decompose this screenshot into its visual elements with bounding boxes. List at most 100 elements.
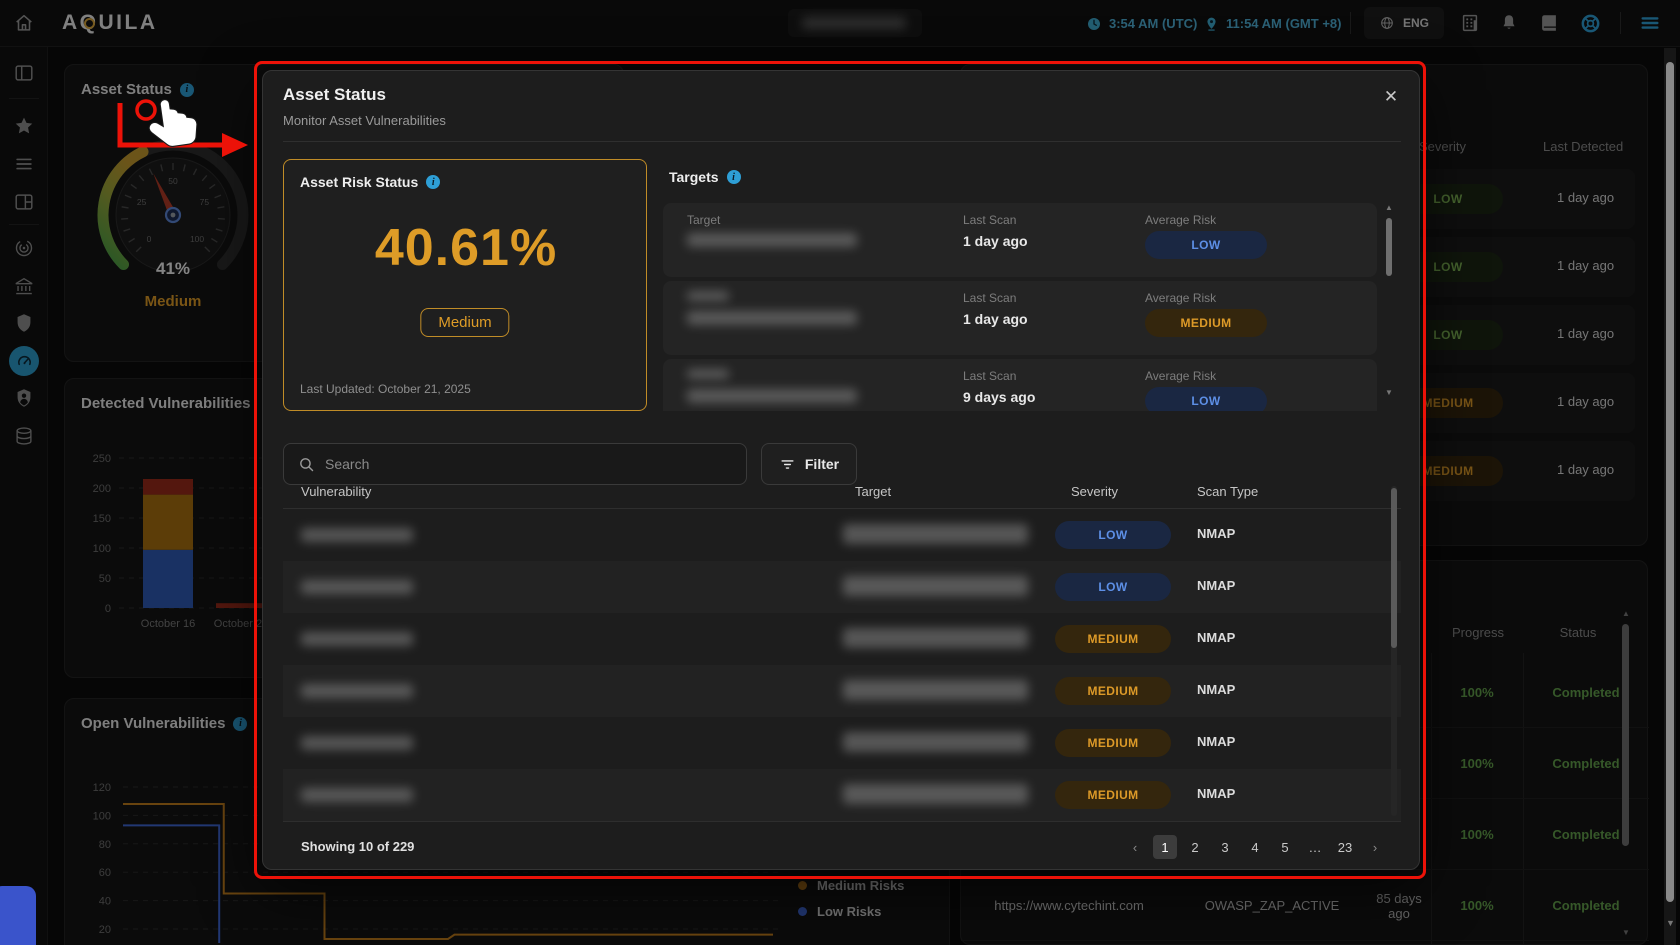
page-scrollbar-thumb[interactable] bbox=[1666, 62, 1674, 902]
blurred-vulnerability-name bbox=[301, 788, 413, 802]
average-risk-label: Average Risk bbox=[1145, 213, 1216, 227]
page-scrollbar[interactable]: ▼ bbox=[1664, 48, 1676, 945]
severity-badge: LOW bbox=[1055, 521, 1171, 549]
bottom-left-blue-widget[interactable] bbox=[0, 886, 36, 945]
prev-page-button[interactable]: ‹ bbox=[1123, 835, 1147, 859]
page-button-2[interactable]: 2 bbox=[1183, 835, 1207, 859]
blurred-label bbox=[687, 291, 729, 301]
severity-badge: MEDIUM bbox=[1055, 625, 1171, 653]
targets-panel: Targets i Target Last Scan 1 day ago Averag… bbox=[663, 159, 1401, 411]
blurred-vulnerability-name bbox=[301, 528, 413, 542]
last-scan-label: Last Scan bbox=[963, 369, 1016, 383]
scan-type-value: NMAP bbox=[1197, 526, 1235, 541]
scan-type-value: NMAP bbox=[1197, 578, 1235, 593]
app-root: AQUILAAQUILA 3:54 AM (UTC) 11:54 AM (GMT… bbox=[0, 0, 1680, 945]
scrollbar-thumb[interactable] bbox=[1386, 218, 1392, 276]
vulnerability-column-header: Vulnerability bbox=[301, 484, 371, 499]
target-label bbox=[687, 291, 729, 301]
scan-type-value: NMAP bbox=[1197, 786, 1235, 801]
target-value bbox=[687, 311, 857, 325]
modal-title: Asset Status bbox=[283, 85, 386, 105]
average-risk-badge: LOW bbox=[1145, 387, 1267, 411]
severity-column-header: Severity bbox=[1071, 484, 1118, 499]
risk-card-title: Asset Risk Status i bbox=[300, 174, 440, 190]
modal-divider bbox=[283, 141, 1401, 142]
scrollbar-thumb[interactable] bbox=[1391, 488, 1397, 648]
scroll-down-icon[interactable]: ▼ bbox=[1385, 388, 1393, 397]
page-button-4[interactable]: 4 bbox=[1243, 835, 1267, 859]
scan-type-column-header: Scan Type bbox=[1197, 484, 1258, 499]
search-input[interactable] bbox=[325, 456, 705, 472]
risk-percentage: 40.61% bbox=[284, 218, 648, 278]
scroll-up-icon[interactable]: ▲ bbox=[1385, 203, 1393, 212]
target-row: Last Scan 1 day ago Average Risk MEDIUM bbox=[663, 281, 1377, 355]
blurred-target-value bbox=[687, 311, 857, 325]
next-page-button[interactable]: › bbox=[1363, 835, 1387, 859]
scan-type-value: NMAP bbox=[1197, 682, 1235, 697]
risk-card-title-text: Asset Risk Status bbox=[300, 174, 418, 190]
table-scrollbar[interactable] bbox=[1391, 486, 1397, 816]
asset-risk-status-card: Asset Risk Status i 40.61% Medium Last U… bbox=[283, 159, 647, 411]
scan-type-value: NMAP bbox=[1197, 630, 1235, 645]
average-risk-label: Average Risk bbox=[1145, 291, 1216, 305]
filter-icon bbox=[779, 456, 796, 473]
pager: ‹12345…23› bbox=[1123, 835, 1387, 859]
targets-title: Targets i bbox=[669, 169, 741, 185]
blurred-target-value bbox=[687, 233, 857, 247]
vulnerability-table-rows: LOWNMAPLOWNMAPMEDIUMNMAPMEDIUMNMAPMEDIUM… bbox=[283, 509, 1401, 821]
page-button-3[interactable]: 3 bbox=[1213, 835, 1237, 859]
pagination-bar: Showing 10 of 229 ‹12345…23› bbox=[283, 821, 1401, 870]
target-value bbox=[687, 233, 857, 247]
last-updated-text: Last Updated: October 21, 2025 bbox=[300, 382, 471, 396]
target-value bbox=[687, 389, 857, 403]
blurred-target-value bbox=[843, 524, 1028, 544]
blurred-target-value bbox=[843, 680, 1028, 700]
target-label bbox=[687, 369, 729, 379]
modal-subtitle: Monitor Asset Vulnerabilities bbox=[283, 113, 446, 128]
target-column-header: Target bbox=[855, 484, 891, 499]
page-button-5[interactable]: 5 bbox=[1273, 835, 1297, 859]
table-row[interactable]: MEDIUM NMAP bbox=[283, 717, 1401, 769]
table-row[interactable]: LOW NMAP bbox=[283, 509, 1401, 561]
vulnerability-table-header: Vulnerability Target Severity Scan Type bbox=[283, 479, 1401, 509]
blurred-target-value bbox=[843, 732, 1028, 752]
page-button-23[interactable]: 23 bbox=[1333, 835, 1357, 859]
scroll-down-icon[interactable]: ▼ bbox=[1666, 918, 1675, 928]
search-icon bbox=[298, 456, 315, 473]
blurred-target-value bbox=[843, 576, 1028, 596]
targets-rows: TargetLast Scan1 day agoAverage RiskLOWL… bbox=[663, 203, 1379, 411]
targets-title-text: Targets bbox=[669, 169, 719, 185]
blurred-vulnerability-name bbox=[301, 580, 413, 594]
vulnerability-table: Vulnerability Target Severity Scan Type … bbox=[283, 479, 1401, 821]
last-scan-value: 1 day ago bbox=[963, 311, 1028, 327]
info-icon[interactable]: i bbox=[727, 170, 741, 184]
blurred-vulnerability-name bbox=[301, 736, 413, 750]
table-row[interactable]: LOW NMAP bbox=[283, 561, 1401, 613]
table-row[interactable]: MEDIUMNMAP bbox=[283, 665, 1401, 717]
average-risk-badge: MEDIUM bbox=[1145, 309, 1267, 337]
average-risk-label: Average Risk bbox=[1145, 369, 1216, 383]
target-label: Target bbox=[687, 213, 720, 227]
asset-status-modal: Asset Status Monitor Asset Vulnerabiliti… bbox=[262, 70, 1420, 870]
blurred-label bbox=[687, 369, 729, 379]
close-icon[interactable]: ✕ bbox=[1377, 83, 1405, 111]
severity-badge: LOW bbox=[1055, 573, 1171, 601]
table-row[interactable]: MEDIUM NMAP bbox=[283, 613, 1401, 665]
last-scan-value: 1 day ago bbox=[963, 233, 1028, 249]
page-button-…[interactable]: … bbox=[1303, 835, 1327, 859]
target-row: TargetLast Scan1 day agoAverage RiskLOW bbox=[663, 203, 1377, 277]
last-scan-label: Last Scan bbox=[963, 291, 1016, 305]
blurred-vulnerability-name bbox=[301, 684, 413, 698]
scan-type-value: NMAP bbox=[1197, 734, 1235, 749]
target-row: Last Scan 9 days ago Average Risk LOW bbox=[663, 359, 1377, 411]
info-icon[interactable]: i bbox=[426, 175, 440, 189]
table-row[interactable]: MEDIUMNMAP bbox=[283, 769, 1401, 821]
page-button-1[interactable]: 1 bbox=[1153, 835, 1177, 859]
risk-level-badge: Medium bbox=[420, 308, 509, 337]
severity-badge: MEDIUM bbox=[1055, 729, 1171, 757]
blurred-target-value bbox=[843, 784, 1028, 804]
blurred-vulnerability-name bbox=[301, 632, 413, 646]
targets-scrollbar[interactable]: ▲ ▼ bbox=[1385, 203, 1393, 397]
blurred-target-value bbox=[843, 628, 1028, 648]
last-scan-value: 9 days ago bbox=[963, 389, 1035, 405]
